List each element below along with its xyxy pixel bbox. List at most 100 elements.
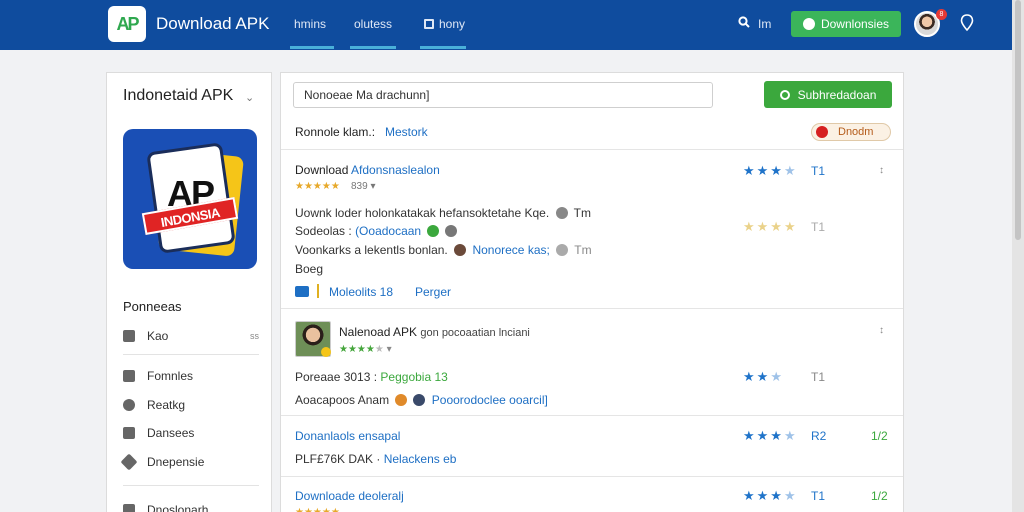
sidebar-item-label: Reatkg [147,398,186,412]
nav-item-3[interactable]: hony [424,17,465,31]
entry-2-title[interactable]: Nalenoad APK gon pocoaatian lnciani [339,325,530,339]
tool-icon [120,453,138,471]
entry-3-title-text[interactable]: Donanlaols ensapal [295,429,400,443]
entry-4-title[interactable]: Downloade deoleralj [295,489,404,503]
check-icon [427,225,440,237]
entry-3-line-1-link[interactable]: Nelackens eb [384,452,457,466]
entry-2-small-stars: ★★★★★ ▾ [339,344,392,355]
sidebar-item-label: Dnepensie [147,455,205,469]
gear-icon [123,399,135,411]
sidebar-item-5[interactable]: Dnepensie [120,453,259,471]
entry-1-small-stars: ★★★★★ [295,181,340,192]
filter-link[interactable]: Mestork [385,125,428,139]
download-icon [802,18,815,30]
entry-4-small-stars: ★★★★★ [295,507,340,512]
page-scrollbar[interactable] [1012,0,1024,512]
sidebar-item-1[interactable]: Kao ss [123,329,259,343]
sidebar-divider [123,354,259,355]
entry-3-rating: R2 [811,429,827,443]
sidebar-item-4[interactable]: Dansees [123,426,259,440]
entry-1-tag-2[interactable]: Perger [415,285,451,299]
nav-underline-2 [350,46,396,49]
tag-separator [317,284,319,298]
submit-button-label: Subhredadoan [797,87,877,102]
scrollbar-thumb[interactable] [1015,0,1021,240]
tag-icon [295,286,309,297]
location-pin-icon[interactable] [960,14,974,32]
sidebar-item-count: ss [250,331,259,341]
entry-2-line-1: Poreaae 3013 : Peggobia 13 [295,370,448,384]
entry-1-rating: T1 [811,164,826,178]
entry-2-line-2-link[interactable]: Pooorodoclee ooarcil] [432,393,548,407]
nav-underline-3 [420,46,466,49]
logo-text: AP [116,13,139,34]
entry-1-line-2-link[interactable]: (Ooadocaan [355,224,421,238]
chevron-down-icon[interactable]: ⌄ [245,91,254,104]
entry-2-stars: ★★★ [743,369,784,384]
search-input[interactable] [293,82,713,108]
share-icon[interactable]: ↕ [879,325,884,336]
entry-3-line-1: PLF£76K DAK · Nelackens eb [295,452,457,466]
sidebar-item-label: Dansees [147,426,195,440]
entry-1-line-3-link[interactable]: Nonorece kas; [472,243,549,257]
entry-1-line-3-text: Voonkarks a lekentls bonlan. [295,243,448,257]
download-button-label: Downlonsies [820,17,890,31]
refresh-icon [779,89,790,100]
entry-2-rating-value: 1 [818,370,826,384]
info-icon [555,207,568,219]
sidebar-item-6[interactable]: Dnoslonarh [123,503,259,512]
entry-1-line-4: Boeg [295,262,324,276]
top-bar: AP Download APK hmins olutess hony Im Do… [0,0,1012,50]
page-icon [424,19,434,29]
sidebar-item-label: Kao [147,329,169,343]
entry-title-text: Download [295,163,349,177]
share-icon[interactable]: ↕ [879,165,884,176]
chevron-down-icon[interactable]: ▾ [370,181,375,192]
entry-4-rating: T1 [811,489,826,503]
entry-1-title[interactable]: Download Afdonsnaslealon [295,163,440,177]
search-icon[interactable] [738,16,750,28]
nav-item-2[interactable]: olutess [354,17,392,31]
filter-label: Ronnole klam.: [295,125,376,139]
search-label[interactable]: Im [758,17,771,31]
divider [281,476,903,477]
nav-item-3-label: hony [439,17,466,31]
divider [281,149,903,150]
sidebar-title[interactable]: Indonetaid APK [123,87,233,105]
entry-1-rating-2-value: 1 [818,220,826,234]
sidebar: Indonetaid APK ⌄ AP INDONSIA Ponneeas Ka… [106,72,272,512]
entry-1-sub-rating-text: 839 [351,181,368,192]
entry-1-line-1-tail: Tm [573,206,591,220]
entry-2-line-1-text: Poreaae 3013 : [295,370,378,384]
flag-icon [816,126,828,138]
entry-4-stars: ★★★★ [743,488,798,503]
notification-badge: 8 [936,9,947,20]
entry-1-stars: ★★★★ [743,163,798,178]
entry-4-side-value: 1/2 [871,489,888,503]
sidebar-item-3[interactable]: Reatkg [123,398,259,412]
submit-button[interactable]: Subhredadoan [764,81,892,108]
entry-2-line-1-green: Peggobia 13 [380,370,448,384]
divider [281,415,903,416]
filter-badge-label: Dnodm [838,126,874,138]
sidebar-item-2[interactable]: Fomnles [123,369,259,383]
entry-4-title-text[interactable]: Downloade deoleralj [295,489,404,503]
brand-title[interactable]: Download APK [156,14,269,34]
filter-badge[interactable]: Dnodm [811,123,891,141]
sidebar-divider [123,485,259,486]
download-button[interactable]: Downlonsies [791,11,901,37]
entry-1-tag-1[interactable]: Moleolits 18 [329,285,393,299]
logo[interactable]: AP [108,6,146,42]
home-icon [123,330,135,342]
app-icon[interactable]: AP INDONSIA [123,129,257,269]
sidebar-section-label: Ponneeas [123,299,182,314]
entry-2-line-2: Aoacapoos Anam Pooorodoclee ooarcil] [295,393,548,407]
nav-item-1[interactable]: hmins [294,17,326,31]
entry-1-line-2-text: Sodeolas : [295,224,352,238]
entry-2-avatar-badge [321,347,331,357]
emoji-icon [395,394,408,406]
entry-3-title[interactable]: Donanlaols ensapal [295,429,400,443]
nav-active-underline [290,46,334,49]
entry-title-link[interactable]: Afdonsnaslealon [351,163,440,177]
folder-icon [123,370,135,382]
